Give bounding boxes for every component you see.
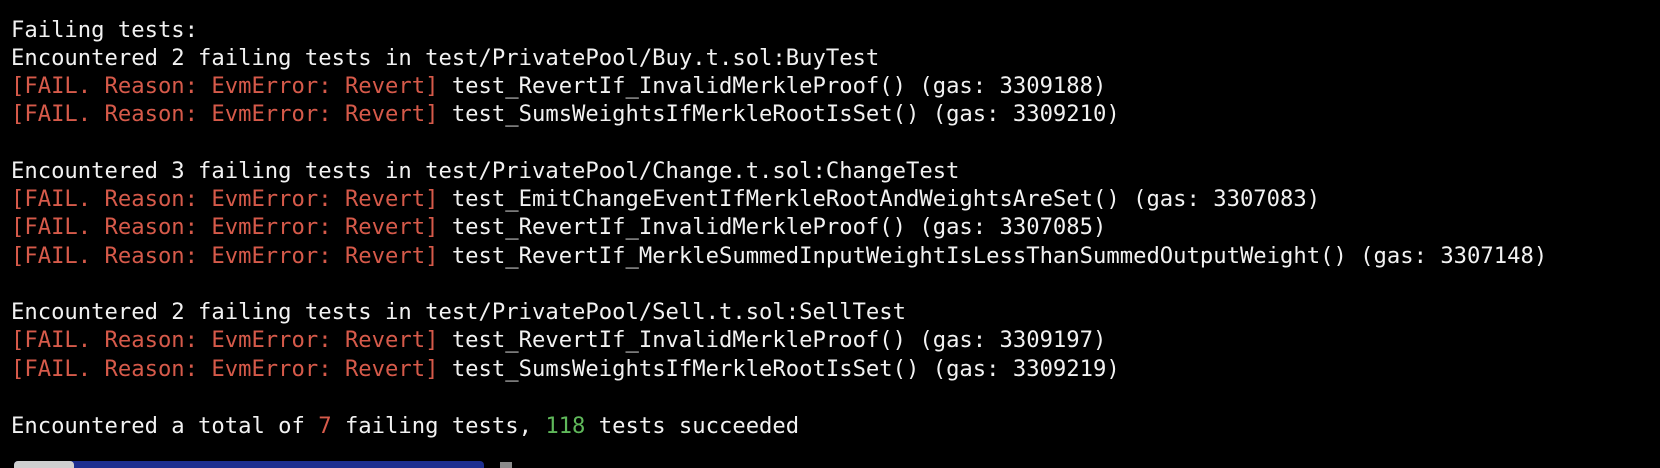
succeeded-count: 118 — [545, 413, 586, 439]
test-detail: test_SumsWeightsIfMerkleRootIsSet() (gas… — [438, 101, 1120, 127]
scrollbar-thumb[interactable] — [14, 461, 74, 468]
horizontal-scrollbar[interactable] — [14, 461, 484, 468]
fail-reason: [FAIL. Reason: EvmError: Revert] — [11, 243, 439, 269]
test-result-line: [FAIL. Reason: EvmError: Revert] test_Su… — [11, 99, 1120, 129]
failing-tests-header: Failing tests: — [11, 17, 199, 43]
failing-count: 7 — [318, 413, 332, 439]
fail-reason: [FAIL. Reason: EvmError: Revert] — [11, 186, 439, 212]
test-detail: test_RevertIf_InvalidMerkleProof() (gas:… — [438, 73, 1107, 99]
test-result-line: [FAIL. Reason: EvmError: Revert] test_Re… — [11, 241, 1547, 271]
test-detail: test_RevertIf_MerkleSummedInputWeightIsL… — [438, 243, 1548, 269]
group-summary: Encountered 2 failing tests in test/Priv… — [11, 45, 880, 71]
total-summary: Encountered a total of 7 failing tests, … — [11, 411, 799, 441]
test-result-line: [FAIL. Reason: EvmError: Revert] test_Re… — [11, 71, 1106, 101]
total-suffix: tests succeeded — [585, 413, 800, 439]
test-result-line: [FAIL. Reason: EvmError: Revert] test_Re… — [11, 212, 1106, 242]
test-result-line: [FAIL. Reason: EvmError: Revert] test_Re… — [11, 325, 1106, 355]
test-result-line: [FAIL. Reason: EvmError: Revert] test_Su… — [11, 354, 1120, 384]
total-middle: failing tests, — [331, 413, 546, 439]
total-prefix: Encountered a total of — [11, 413, 319, 439]
text-cursor — [500, 462, 512, 468]
terminal-output: Failing tests: Encountered 2 failing tes… — [0, 0, 1660, 468]
fail-reason: [FAIL. Reason: EvmError: Revert] — [11, 356, 439, 382]
fail-reason: [FAIL. Reason: EvmError: Revert] — [11, 73, 439, 99]
fail-reason: [FAIL. Reason: EvmError: Revert] — [11, 101, 439, 127]
fail-reason: [FAIL. Reason: EvmError: Revert] — [11, 327, 439, 353]
test-result-line: [FAIL. Reason: EvmError: Revert] test_Em… — [11, 184, 1320, 214]
test-detail: test_SumsWeightsIfMerkleRootIsSet() (gas… — [438, 356, 1120, 382]
group-summary: Encountered 2 failing tests in test/Priv… — [11, 299, 906, 325]
test-detail: test_RevertIf_InvalidMerkleProof() (gas:… — [438, 327, 1107, 353]
fail-reason: [FAIL. Reason: EvmError: Revert] — [11, 214, 439, 240]
group-summary: Encountered 3 failing tests in test/Priv… — [11, 158, 960, 184]
test-detail: test_RevertIf_InvalidMerkleProof() (gas:… — [438, 214, 1107, 240]
test-detail: test_EmitChangeEventIfMerkleRootAndWeigh… — [438, 186, 1321, 212]
